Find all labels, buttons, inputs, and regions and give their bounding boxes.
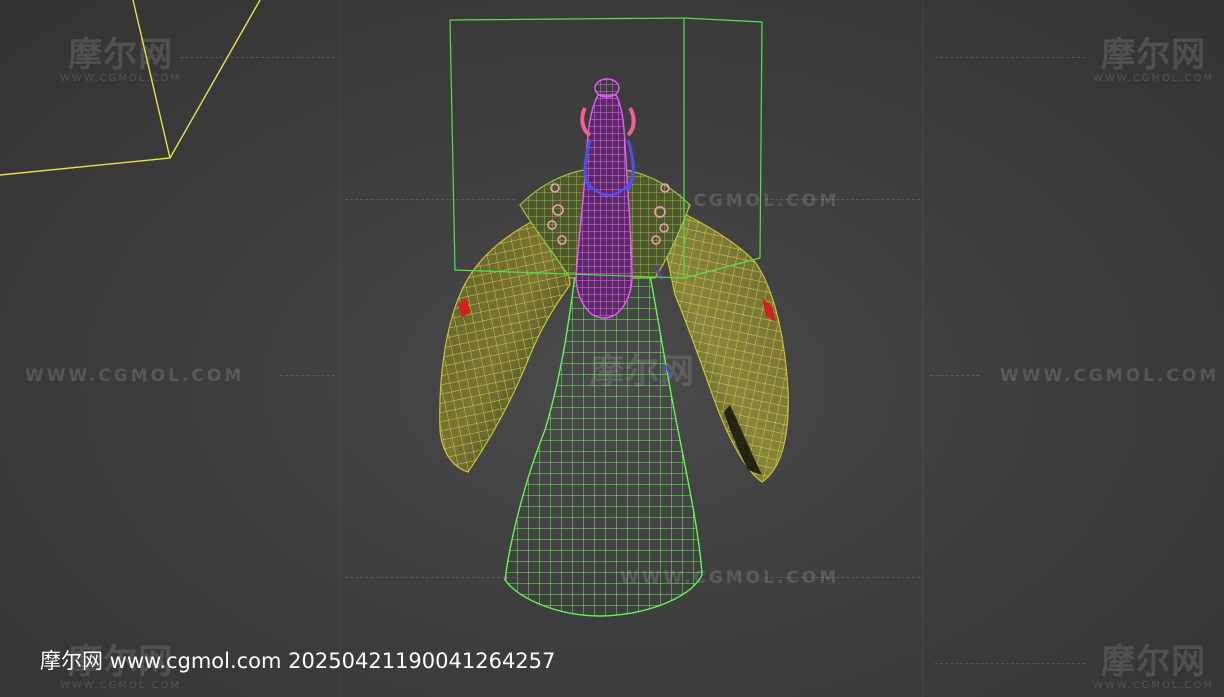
scene-canvas[interactable] [0,0,1224,697]
camera-object[interactable] [0,0,261,176]
viewport-3d[interactable]: 摩尔网 WWW.CGMOL.COM 摩尔网 WWW.CGMOL.COM 摩尔网 … [0,0,1224,697]
hair-mesh[interactable] [575,78,636,319]
camera-outline[interactable] [0,0,171,176]
camera-outline[interactable] [169,0,261,159]
image-caption: 摩尔网 www.cgmol.com 20250421190041264257 [40,649,556,673]
